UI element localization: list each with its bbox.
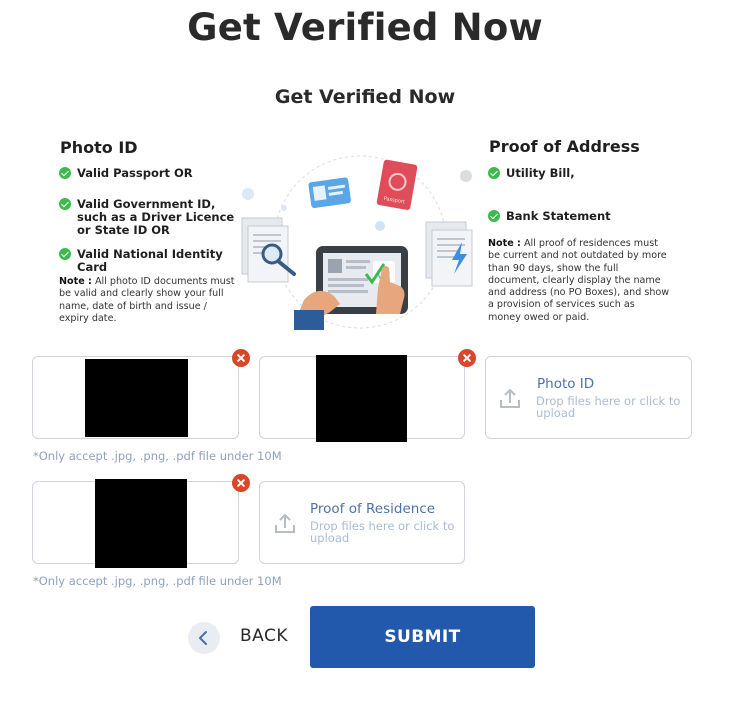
dropzone-hint: Drop files here or click to upload: [310, 519, 455, 545]
file-type-note: *Only accept .jpg, .png, .pdf file under…: [33, 449, 282, 463]
dot-decoration: [460, 170, 472, 182]
remove-file-button[interactable]: [232, 349, 250, 367]
back-label[interactable]: BACK: [240, 626, 288, 646]
upload-icon: [275, 513, 295, 533]
dot-decoration: [242, 188, 254, 200]
check-icon: [59, 248, 71, 260]
redacted-preview: [316, 355, 407, 442]
section-title: Get Verified Now: [274, 86, 456, 108]
requirement-utility-bill: Utility Bill,: [488, 167, 668, 180]
requirement-national-id: Valid National Identity Card: [59, 248, 244, 274]
dot-decoration: [281, 205, 287, 211]
redacted-preview: [85, 359, 188, 437]
photo-id-title: Photo ID: [60, 138, 138, 157]
check-icon: [59, 198, 71, 210]
remove-file-button[interactable]: [458, 349, 476, 367]
dropzone-title: Photo ID: [537, 376, 595, 392]
file-type-note: *Only accept .jpg, .png, .pdf file under…: [33, 574, 282, 588]
id-card-icon: [308, 177, 351, 209]
page-title: Get Verified Now: [187, 6, 543, 49]
requirement-government-id: Valid Government ID, such as a Driver Li…: [59, 198, 239, 237]
photo-id-note: Note : All photo ID documents must be va…: [59, 276, 235, 324]
check-icon: [488, 167, 500, 179]
dot-decoration: [375, 221, 385, 231]
proof-of-address-title: Proof of Address: [489, 137, 640, 156]
submit-button[interactable]: SUBMIT: [310, 606, 535, 668]
proof-of-address-note: Note : All proof of residences must be c…: [488, 238, 670, 323]
dropzone-title: Proof of Residence: [310, 501, 436, 517]
passport-icon: Passport: [376, 159, 418, 210]
check-icon: [59, 167, 71, 179]
requirement-passport: Valid Passport OR: [59, 167, 239, 180]
requirement-bank-statement: Bank Statement: [488, 210, 668, 223]
upload-icon: [500, 388, 520, 408]
dropzone-hint: Drop files here or click to upload: [536, 394, 681, 420]
check-icon: [488, 210, 500, 222]
redacted-preview: [95, 479, 187, 568]
back-button[interactable]: [188, 622, 220, 654]
verification-illustration: Passport @: [241, 155, 473, 330]
remove-file-button[interactable]: [232, 474, 250, 492]
chevron-left-icon: [199, 631, 207, 645]
